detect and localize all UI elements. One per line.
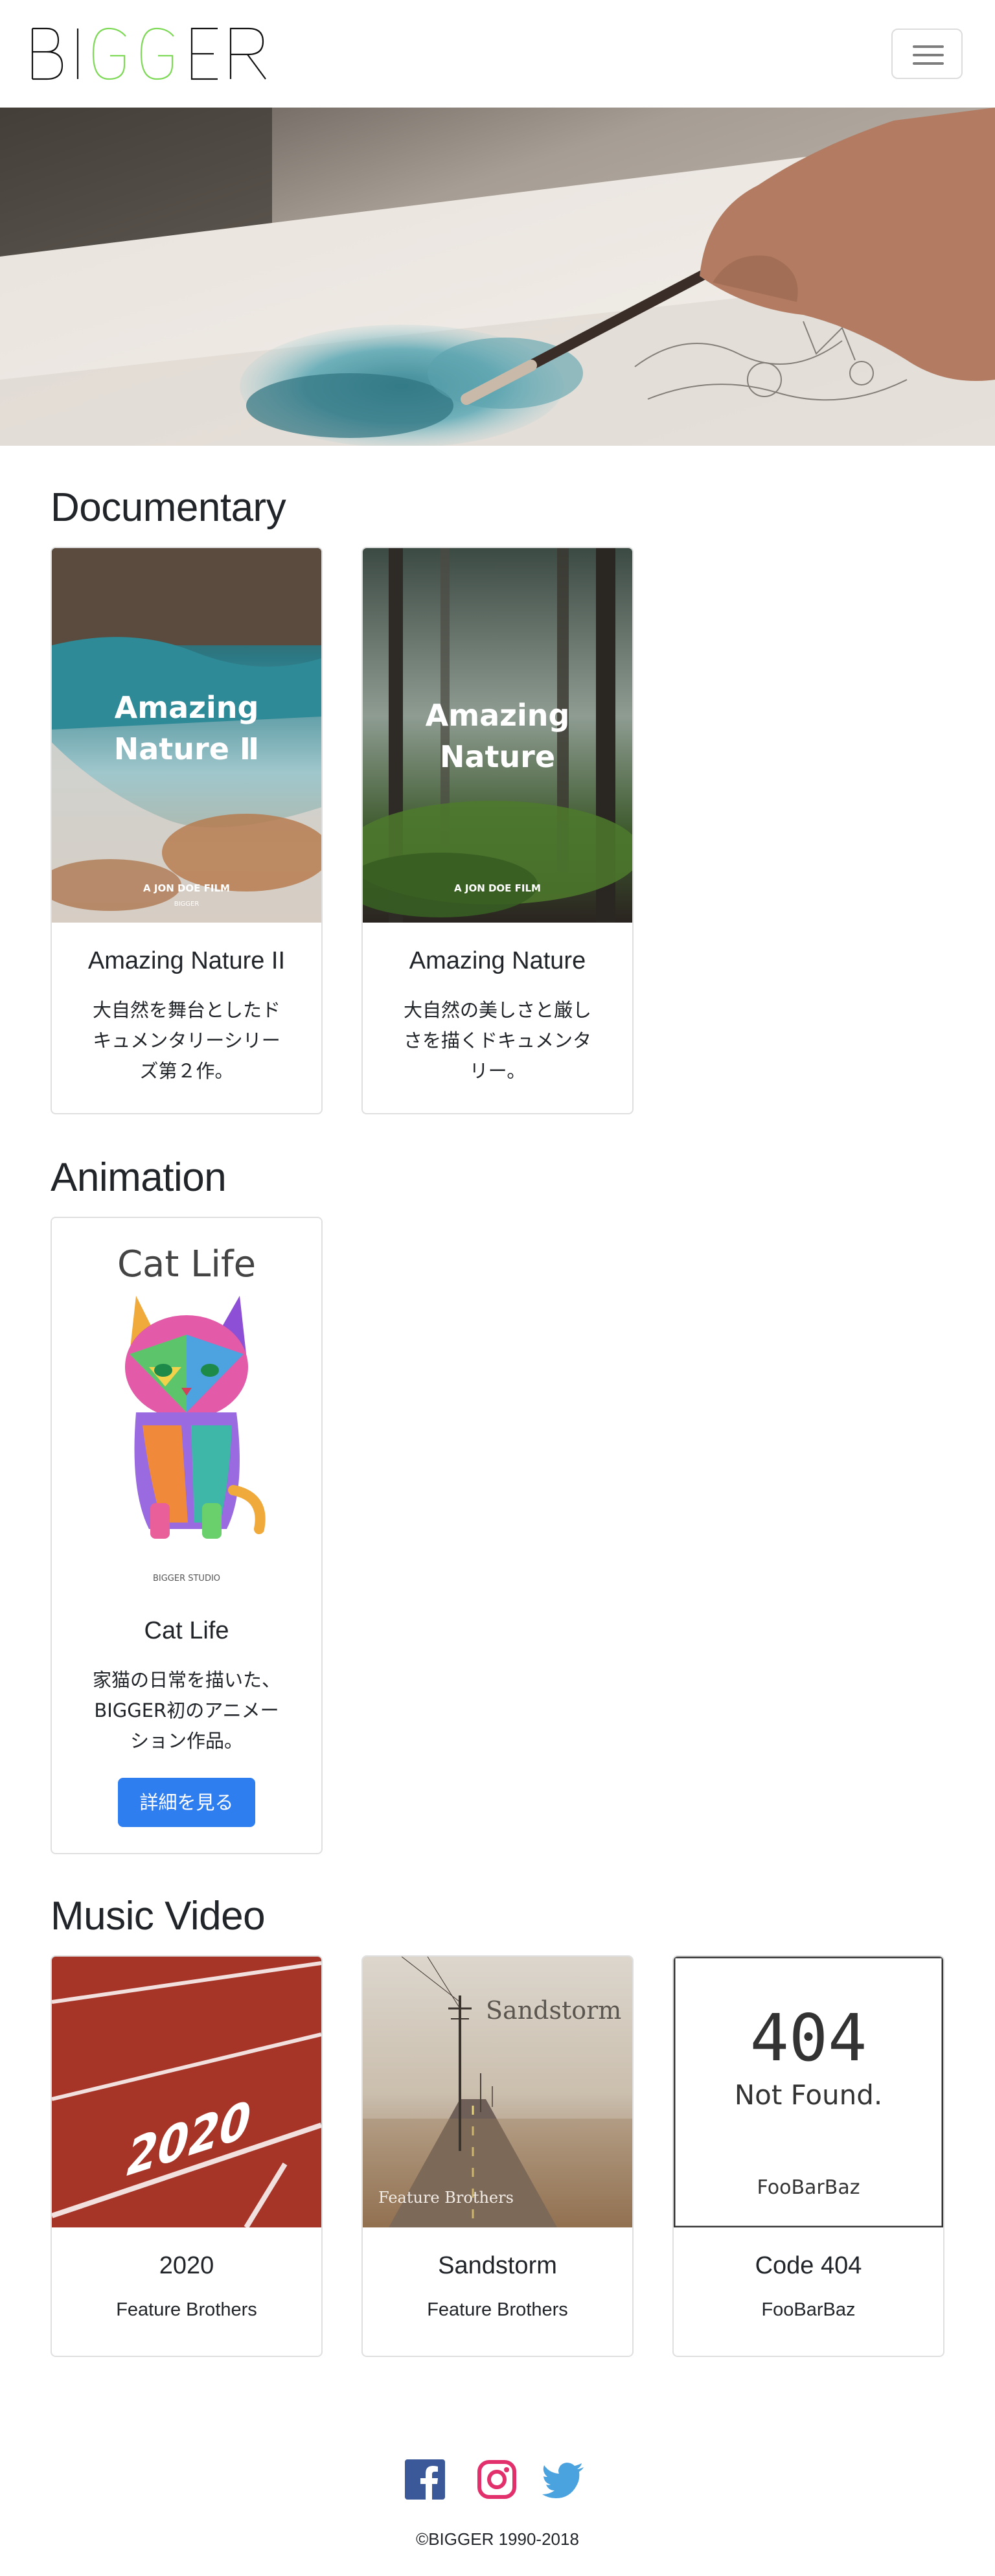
card-2020[interactable]: 2020 2020 Feature Brothers [51, 1955, 323, 2357]
card-title: Sandstorm [438, 2252, 557, 2279]
hero-image [0, 108, 995, 446]
section-title-music-video: Music Video [51, 1894, 266, 1938]
card-title: Code 404 [755, 2252, 862, 2279]
poster-credit: FooBarBaz [757, 2176, 860, 2199]
card-cat-life[interactable]: Cat Life BIGGER STUDIO Cat Life 家猫の日常を描い… [51, 1217, 323, 1854]
card-amazing-nature[interactable]: Amazing Nature A JON DOE FILM Amazing Na… [361, 547, 634, 1114]
card-description: 家猫の日常を描いた、 BIGGER初のアニメー ション作品。 [92, 1669, 280, 1752]
poster-title: Cat Life [117, 1243, 256, 1285]
card-code-404[interactable]: 404 Not Found. FooBarBaz Code 404 FooBar… [672, 1955, 944, 2357]
facebook-icon[interactable] [405, 2459, 445, 2500]
poster-cat-life[interactable]: Cat Life BIGGER STUDIO [52, 1218, 321, 1600]
social-links [405, 2459, 593, 2505]
card-description: 大自然を舞台としたド キュメンタリーシリー ズ第２作。 [92, 999, 280, 1082]
poster-credit: Feature Brothers [378, 2189, 514, 2207]
poster-amazing-nature-2[interactable]: Amazing Nature Ⅱ A JON DOE FILM BIGGER [52, 548, 321, 923]
copyright: ©BIGGER 1990-2018 [416, 2529, 579, 2549]
instagram-icon[interactable] [477, 2459, 517, 2500]
card-title: 2020 [159, 2252, 214, 2279]
poster-title: Sandstorm [486, 1996, 621, 2025]
card-subtitle: FooBarBaz [761, 2299, 856, 2320]
poster-code-404[interactable]: 404 Not Found. FooBarBaz [674, 1957, 943, 2227]
navbar [0, 0, 995, 108]
card-title: Cat Life [144, 1617, 229, 1644]
poster-amazing-nature[interactable]: Amazing Nature A JON DOE FILM [363, 548, 632, 923]
card-title: Amazing Nature II [87, 947, 286, 974]
poster-title-line1: Amazing [115, 690, 259, 725]
menu-toggle-button[interactable] [891, 29, 963, 79]
poster-title-line1: 404 [750, 2000, 867, 2076]
poster-title-line2: Nature [440, 739, 555, 774]
card-description: 大自然の美しさと厳し さを描くドキュメンタ リー。 [403, 999, 591, 1082]
section-title-documentary: Documentary [51, 485, 286, 530]
card-subtitle: Feature Brothers [427, 2299, 568, 2320]
poster-title-line2: Not Found. [735, 2079, 883, 2111]
poster-studio: BIGGER [174, 901, 200, 908]
details-button[interactable]: 詳細を見る [118, 1778, 255, 1827]
poster-sandstorm[interactable]: Sandstorm Feature Brothers [363, 1957, 632, 2227]
poster-credit: A JON DOE FILM [143, 882, 230, 894]
card-sandstorm[interactable]: Sandstorm Feature Brothers Sandstorm Fea… [361, 1955, 634, 2357]
poster-title-line1: Amazing [426, 698, 570, 733]
card-amazing-nature-2[interactable]: Amazing Nature Ⅱ A JON DOE FILM BIGGER A… [51, 547, 323, 1114]
poster-2020[interactable]: 2020 [52, 1957, 321, 2227]
bigger-logo[interactable] [30, 26, 276, 82]
hamburger-icon [913, 45, 944, 48]
card-title: Amazing Nature [409, 947, 586, 974]
poster-title-line2: Nature Ⅱ [114, 731, 259, 766]
poster-credit: A JON DOE FILM [454, 882, 541, 894]
card-subtitle: Feature Brothers [116, 2299, 257, 2320]
poster-studio: BIGGER STUDIO [153, 1574, 220, 1583]
section-title-animation: Animation [51, 1155, 227, 1200]
twitter-icon[interactable] [542, 2459, 584, 2500]
